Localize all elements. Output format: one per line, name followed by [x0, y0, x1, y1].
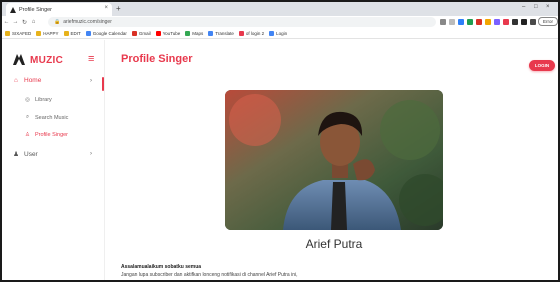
- chevron-right-icon: ›: [90, 151, 92, 157]
- bookmark-icon: [208, 30, 214, 36]
- browser-tab[interactable]: Profile Singer ×: [6, 3, 112, 16]
- sidebar-item-label: Search Music: [35, 114, 69, 121]
- browser-window: Profile Singer × + – □ × ← → ↻ ⌂ 🔒 arief…: [0, 0, 560, 282]
- user-icon: ♟: [13, 151, 19, 158]
- bookmark-icon: [63, 30, 69, 36]
- tab-strip: Profile Singer × + – □ ×: [2, 2, 558, 16]
- favicon-icon: [10, 6, 16, 13]
- new-tab-button[interactable]: +: [116, 4, 121, 14]
- tab-close-icon[interactable]: ×: [104, 5, 108, 11]
- sidebar-item-home[interactable]: ⌂ Home: [12, 77, 41, 84]
- brand-logo[interactable]: MUZIC: [12, 52, 63, 68]
- minimize-button[interactable]: –: [522, 4, 525, 10]
- extension-icon[interactable]: [530, 19, 536, 25]
- profile-error-chip[interactable]: Error: [538, 17, 558, 26]
- extension-icon[interactable]: [521, 19, 527, 25]
- greeting-text: Assalamualaikum sobatku semua: [121, 264, 202, 270]
- extension-icon[interactable]: [440, 19, 446, 25]
- reload-icon[interactable]: ↻: [20, 19, 29, 26]
- bookmark-label: Google Calendar: [92, 30, 127, 36]
- person-icon: ♙: [25, 132, 30, 138]
- bookmark-item[interactable]: EDIT: [63, 30, 81, 36]
- bookmark-label: HAPPY: [43, 30, 59, 36]
- bookmark-icon: [238, 30, 244, 36]
- sidebar-item-profile-singer[interactable]: ♙ Profile Singer: [24, 132, 68, 138]
- bookmark-label: of login 2: [245, 30, 265, 36]
- extension-icon[interactable]: [503, 19, 509, 25]
- bookmark-label: YouTube: [162, 30, 181, 36]
- bookmark-icon: [85, 30, 91, 36]
- description-text: Jangan lupa subscriber dan aktifkan lonc…: [121, 272, 298, 278]
- extension-icon[interactable]: [458, 19, 464, 25]
- sidebar: MUZIC ≡ ⌂ Home › ◎ Library ⌕ Search Musi…: [2, 40, 105, 280]
- bookmark-icon: [131, 30, 137, 36]
- brand-name: MUZIC: [30, 54, 64, 66]
- muzic-logo-icon: [12, 52, 26, 68]
- extensions-bar: [440, 16, 554, 28]
- browser-toolbar: ← → ↻ ⌂ 🔒 ariefmuzic.com/singer Error: [2, 16, 558, 28]
- search-icon: ⌕: [25, 114, 30, 120]
- bookmark-icon: [269, 30, 275, 36]
- menu-toggle-icon[interactable]: ≡: [88, 54, 94, 65]
- extension-icon[interactable]: [485, 19, 491, 25]
- bookmark-label: Login: [276, 30, 288, 36]
- sidebar-item-label: User: [24, 150, 38, 158]
- bookmark-item[interactable]: YouTube: [155, 30, 181, 36]
- url-text: ariefmuzic.com/singer: [63, 19, 112, 25]
- extension-icon[interactable]: [494, 19, 500, 25]
- singer-photo: [225, 90, 443, 230]
- disc-icon: ◎: [25, 97, 30, 103]
- bookmark-icon: [155, 30, 161, 36]
- sidebar-item-label: Home: [24, 77, 42, 84]
- maximize-button[interactable]: □: [534, 4, 538, 10]
- bookmark-item[interactable]: HAPPY: [36, 30, 59, 36]
- home-icon: ⌂: [14, 77, 18, 84]
- active-indicator: [102, 77, 104, 91]
- bookmark-label: Maps: [192, 30, 204, 36]
- extension-icon[interactable]: [467, 19, 473, 25]
- extension-icon[interactable]: [476, 19, 482, 25]
- close-window-button[interactable]: ×: [546, 4, 550, 10]
- address-bar[interactable]: 🔒 ariefmuzic.com/singer: [48, 17, 436, 27]
- singer-name: Arief Putra: [305, 237, 363, 251]
- sidebar-item-label: Profile Singer: [35, 132, 69, 138]
- lock-icon: 🔒: [54, 19, 61, 25]
- extension-icon[interactable]: [449, 19, 455, 25]
- sidebar-item-label: Library: [35, 97, 52, 103]
- bookmarks-bar: SIXAFED HAPPY EDIT Google Calendar Gmail YouT…: [2, 28, 558, 39]
- login-button[interactable]: LOGIN: [529, 60, 555, 71]
- main-content: Profile Singer LOGIN Arief Putra Assalam…: [105, 40, 558, 280]
- back-icon[interactable]: ←: [2, 19, 11, 25]
- bookmark-label: EDIT: [70, 30, 81, 36]
- bookmark-label: Gmail: [138, 30, 151, 36]
- chevron-right-icon: ›: [90, 78, 92, 84]
- bookmark-item[interactable]: of login 2: [238, 30, 265, 36]
- sidebar-item-user[interactable]: ♟ User: [12, 150, 38, 159]
- bookmark-item[interactable]: Google Calendar: [85, 30, 127, 36]
- home-button-icon[interactable]: ⌂: [29, 19, 38, 25]
- bookmark-label: Translate: [215, 30, 234, 36]
- bookmark-label: SIXAFED: [12, 30, 32, 36]
- bookmark-item[interactable]: Translate: [208, 30, 234, 36]
- bookmark-item[interactable]: SIXAFED: [5, 30, 32, 36]
- tab-title: Profile Singer: [19, 6, 53, 13]
- bookmark-item[interactable]: Maps: [185, 30, 204, 36]
- sidebar-item-search-music[interactable]: ⌕ Search Music: [24, 114, 68, 121]
- bookmark-icon: [185, 30, 191, 36]
- sidebar-item-library[interactable]: ◎ Library: [24, 97, 52, 103]
- bookmark-item[interactable]: Gmail: [131, 30, 151, 36]
- bookmark-icon: [36, 30, 42, 36]
- bookmark-item[interactable]: Login: [269, 30, 288, 36]
- forward-icon[interactable]: →: [11, 19, 20, 25]
- extension-icon[interactable]: [512, 19, 518, 25]
- page-title: Profile Singer: [121, 53, 193, 65]
- bookmark-icon: [5, 30, 10, 36]
